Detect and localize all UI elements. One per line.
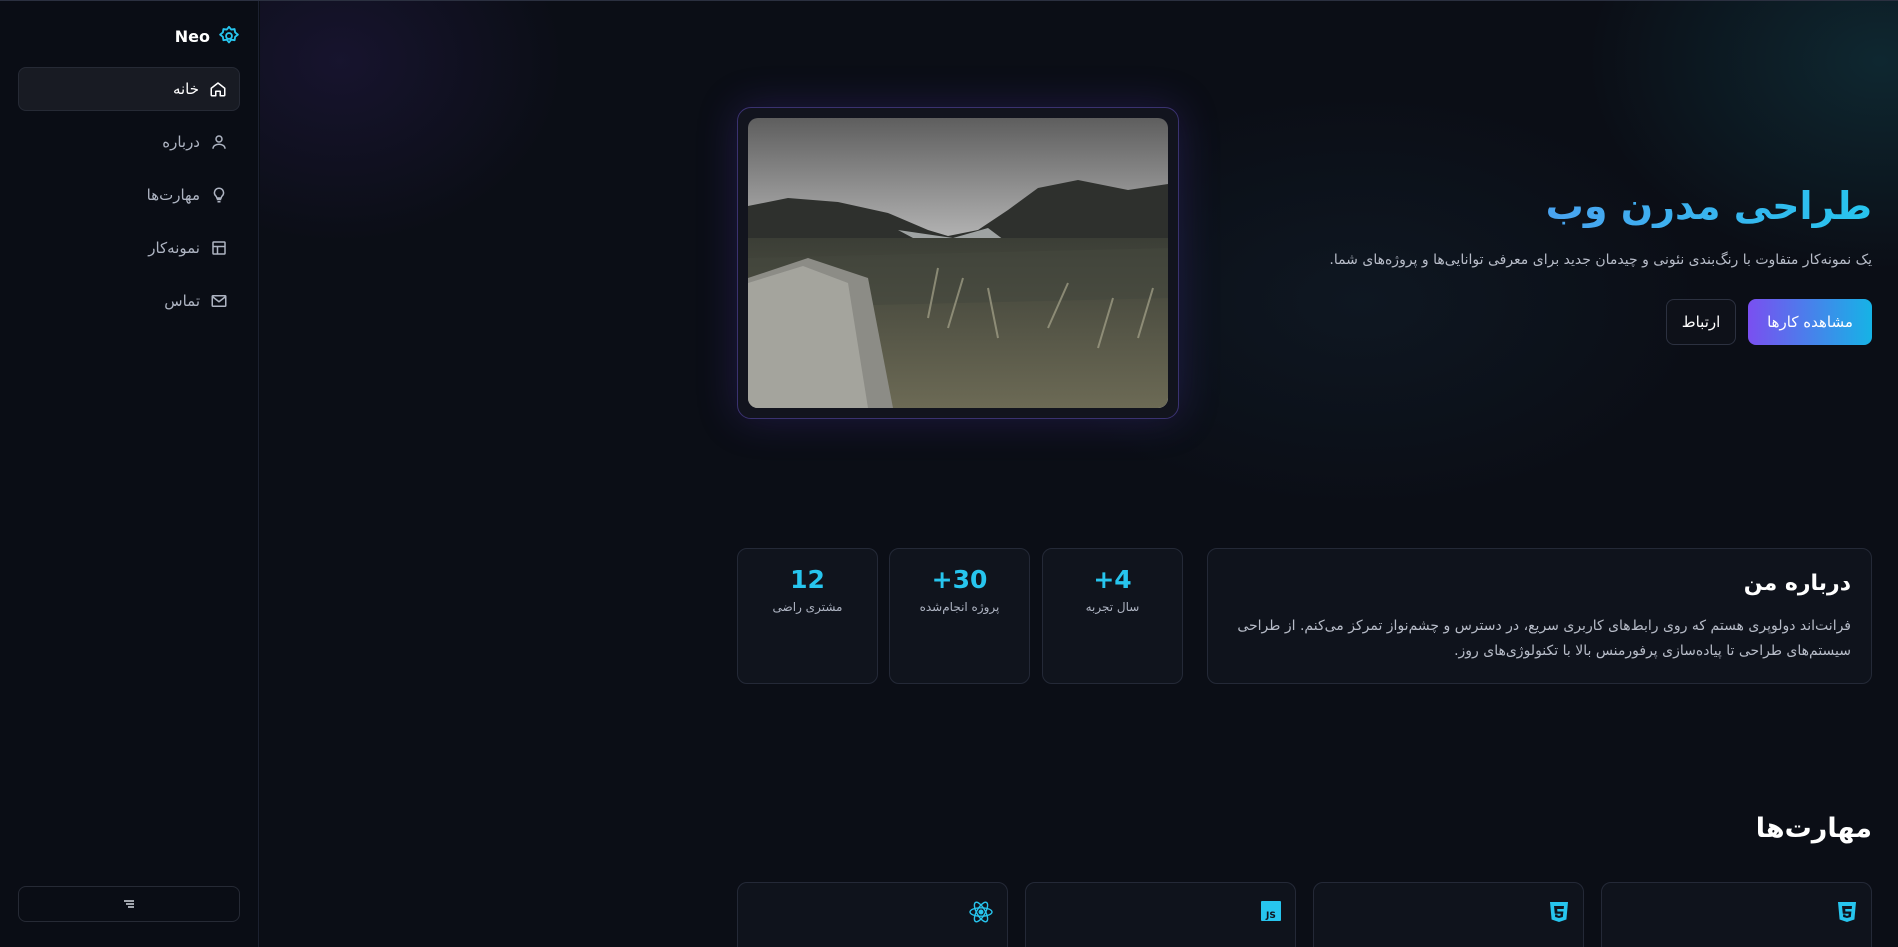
javascript-icon: JS [1261, 901, 1281, 921]
sidebar-item-label: مهارت‌ها [146, 186, 200, 204]
skill-card-javascript: JS [1025, 882, 1296, 947]
hero-subtitle: یک نمونه‌کار متفاوت با رنگ‌بندی نئونی و … [1329, 252, 1872, 268]
skill-card-html [1601, 882, 1872, 947]
about-card: درباره من فرانت‌اند دولوپری هستم که روی … [1207, 548, 1872, 684]
stat-label: پروژه انجام‌شده [919, 600, 1000, 614]
skill-card-react [737, 882, 1008, 947]
home-icon [210, 82, 226, 97]
sidebar-item-contact[interactable]: تماس [18, 279, 240, 323]
layout-icon [212, 241, 226, 255]
landscape-photo-icon [748, 118, 1168, 408]
stat-value: +4 [1093, 565, 1132, 594]
stat-card-experience: +4 سال تجربه [1042, 548, 1183, 684]
css3-icon [1550, 902, 1568, 922]
sidebar-item-home[interactable]: خانه [18, 67, 240, 111]
skill-card-css [1313, 882, 1584, 947]
stat-card-clients: 12 مشتری راضی [737, 548, 878, 684]
sidebar: Neo خانه درباره مهارت‌ها نمونه‌کار تماس [0, 1, 259, 947]
sidebar-item-portfolio[interactable]: نمونه‌کار [18, 226, 240, 270]
main-content: طراحی مدرن وب یک نمونه‌کار متفاوت با رنگ… [260, 1, 1898, 947]
menu-lines-icon [124, 900, 134, 908]
sidebar-item-label: تماس [164, 292, 200, 310]
hero-image-frame [737, 107, 1179, 419]
react-icon [969, 901, 993, 923]
sidebar-item-about[interactable]: درباره [18, 120, 240, 164]
brand-name: Neo [174, 26, 210, 46]
contact-button[interactable]: ارتباط [1666, 299, 1736, 345]
lightbulb-icon [213, 187, 225, 203]
stat-value: 12 [790, 565, 825, 594]
stat-value: +30 [931, 565, 988, 594]
html5-icon [1838, 902, 1856, 922]
brand[interactable]: Neo [175, 25, 240, 47]
sidebar-collapse-button[interactable] [18, 886, 240, 922]
about-title: درباره من [1743, 571, 1851, 596]
view-works-button[interactable]: مشاهده کارها [1748, 299, 1872, 345]
mail-icon [211, 295, 227, 307]
sidebar-item-skills[interactable]: مهارت‌ها [18, 173, 240, 217]
stat-card-projects: +30 پروژه انجام‌شده [889, 548, 1030, 684]
user-icon [212, 135, 226, 149]
stat-label: سال تجربه [1085, 600, 1140, 614]
sidebar-item-label: خانه [172, 80, 199, 98]
sidebar-item-label: نمونه‌کار [148, 239, 200, 257]
hero-title: طراحی مدرن وب [1545, 184, 1872, 228]
svg-text:JS: JS [1265, 911, 1276, 921]
about-body: فرانت‌اند دولوپری هستم که روی رابط‌های ک… [1237, 618, 1851, 659]
sidebar-item-label: درباره [162, 133, 200, 151]
gear-icon [219, 25, 239, 44]
skills-title: مهارت‌ها [1755, 813, 1872, 844]
sidebar-nav: خانه درباره مهارت‌ها نمونه‌کار تماس [18, 67, 240, 332]
stat-label: مشتری راضی [772, 600, 843, 614]
